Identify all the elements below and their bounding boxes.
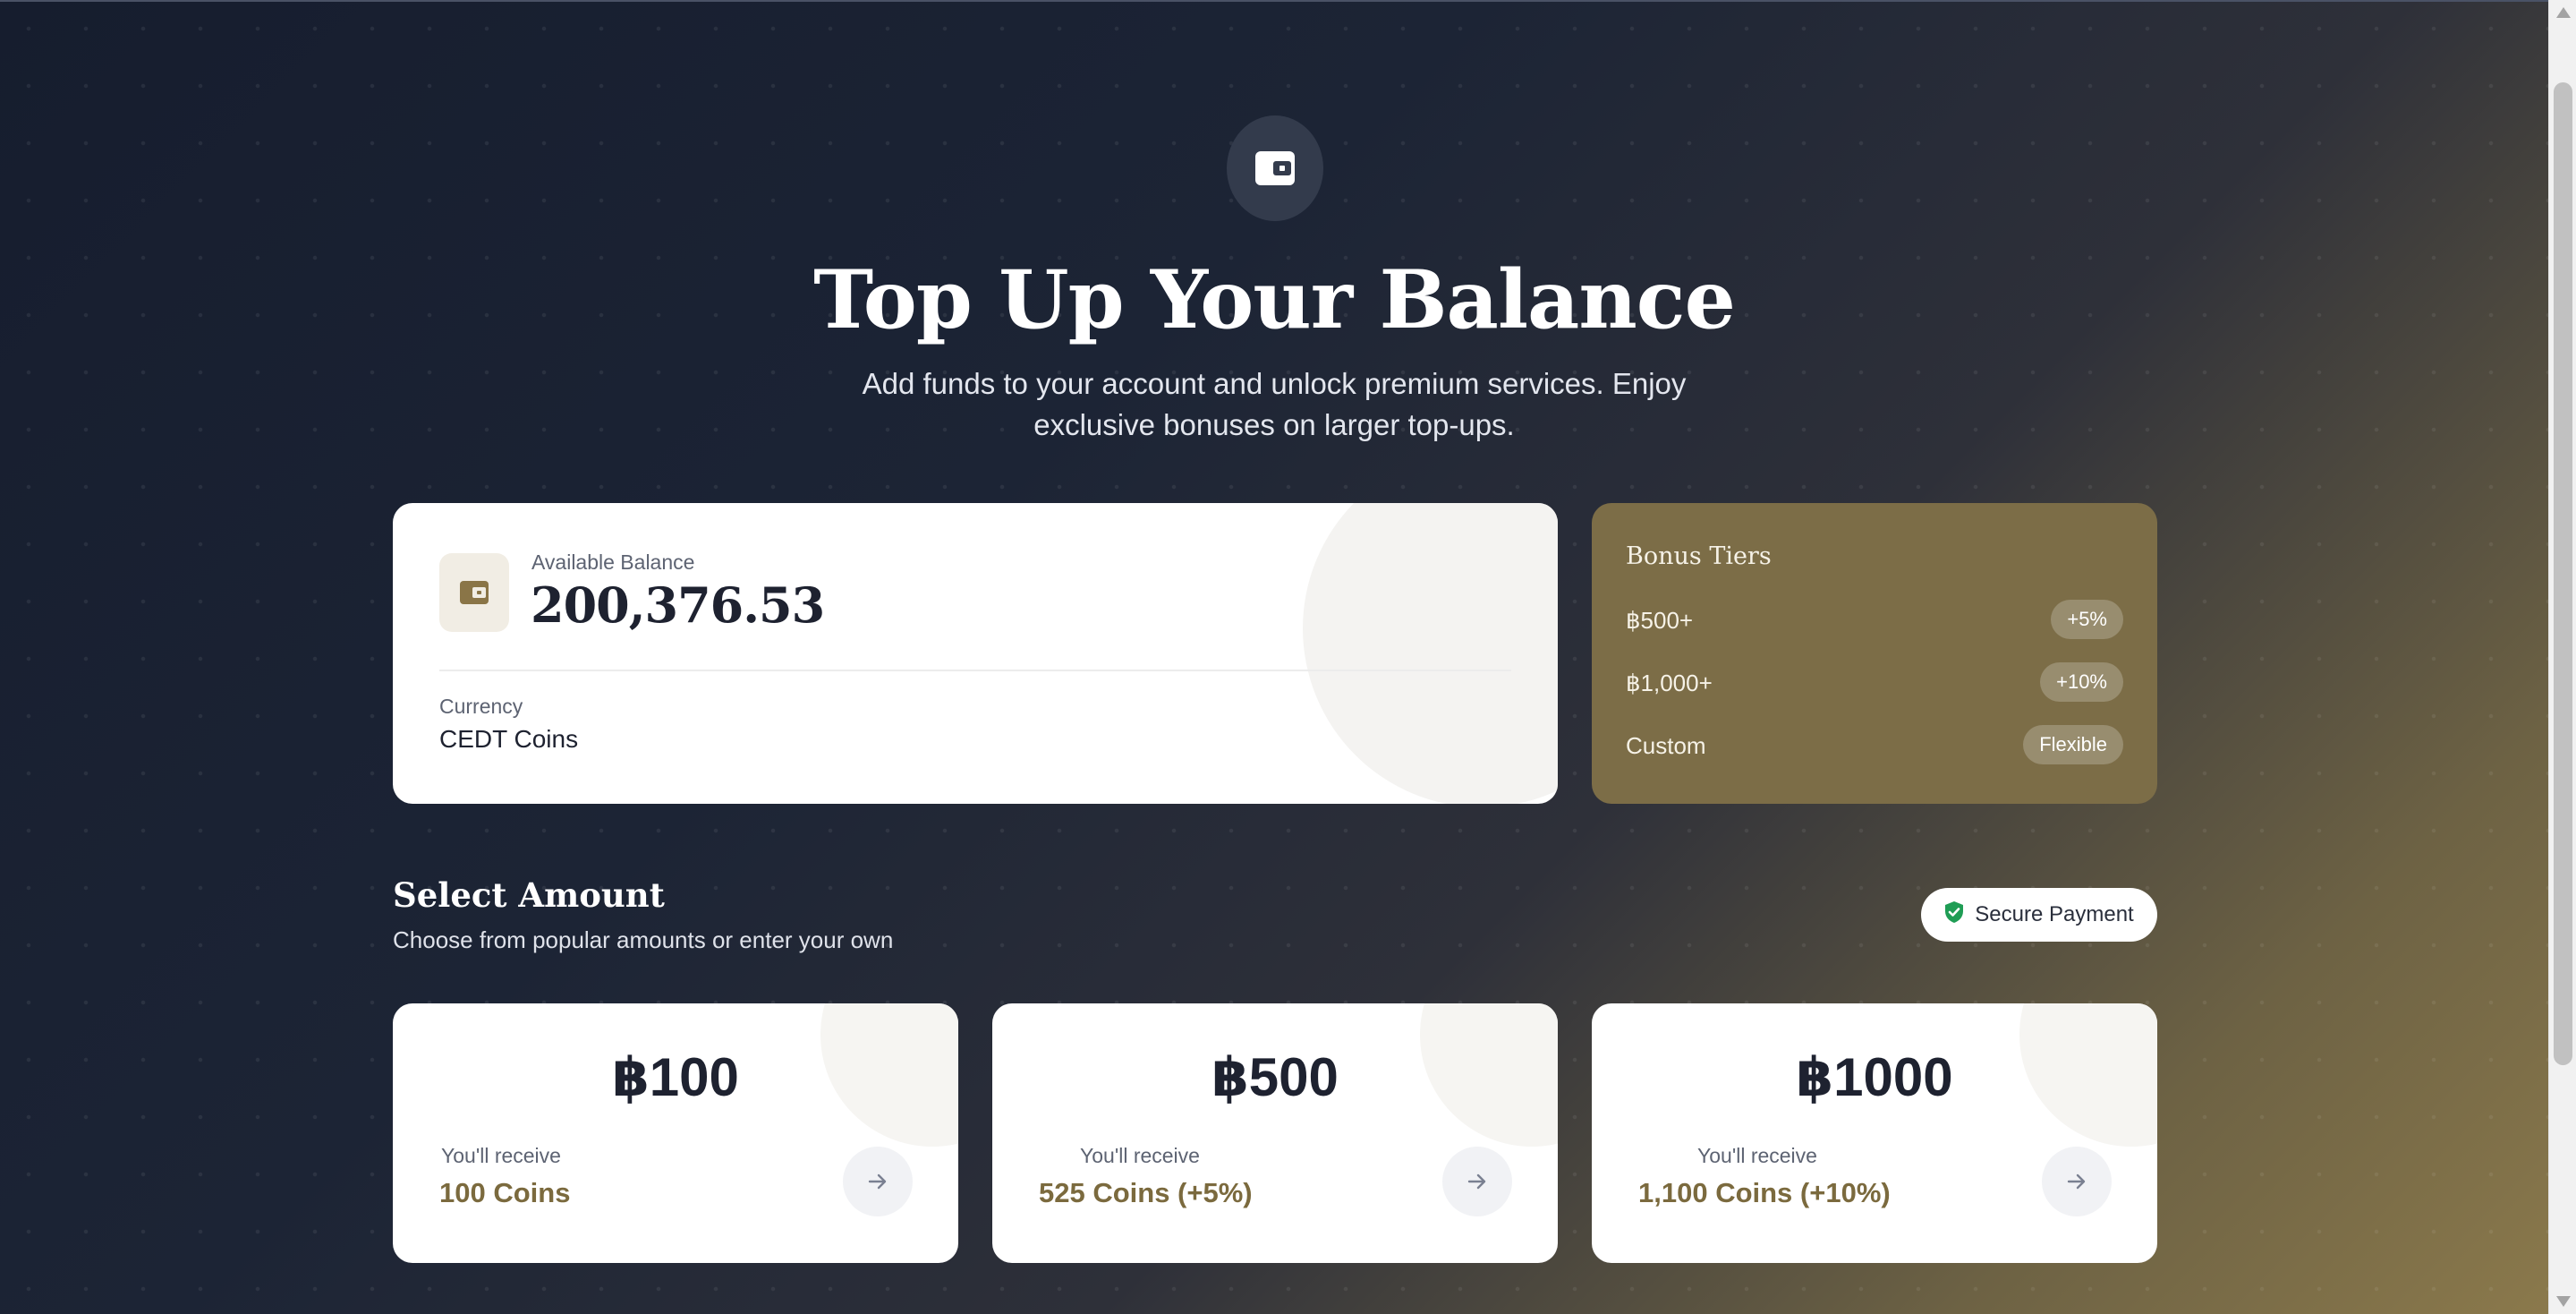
select-amount-subtitle: Choose from popular amounts or enter you… — [393, 926, 894, 953]
bonus-tier-row: ฿1,000+ +10% — [1626, 662, 2123, 704]
arrow-right-icon[interactable] — [1442, 1147, 1512, 1216]
amount-value: ฿500 — [1211, 1047, 1339, 1107]
scroll-thumb[interactable] — [2554, 82, 2572, 1065]
receive-value: 1,100 Coins (+10%) — [1638, 1177, 1891, 1208]
amount-card-500[interactable]: ฿500 You'll receive 525 Coins (+5%) — [992, 1003, 1558, 1263]
receive-label: You'll receive — [441, 1144, 561, 1167]
bonus-tiers-card: Bonus Tiers ฿500+ +5% ฿1,000+ +10% Custo… — [1592, 503, 2157, 804]
balance-label: Available Balance — [531, 550, 695, 574]
amount-card-1000[interactable]: ฿1000 You'll receive 1,100 Coins (+10%) — [1592, 1003, 2157, 1263]
decorative-circle — [1303, 503, 1558, 804]
shield-check-icon — [1944, 900, 1964, 930]
bonus-tier-badge: Flexible — [2023, 725, 2123, 764]
bonus-tier-badge: +5% — [2051, 600, 2123, 639]
bonus-tier-label: ฿500+ — [1626, 607, 1694, 634]
amount-card-100[interactable]: ฿100 You'll receive 100 Coins — [393, 1003, 958, 1263]
top-border — [0, 0, 2548, 2]
bonus-tier-label: ฿1,000+ — [1626, 670, 1713, 696]
currency-value: CEDT Coins — [439, 725, 579, 753]
scroll-down-icon[interactable] — [2556, 1296, 2571, 1307]
scroll-up-icon[interactable] — [2556, 7, 2571, 18]
currency-label: Currency — [439, 695, 523, 718]
balance-value: 200,376.53 — [531, 576, 825, 634]
bonus-tiers-title: Bonus Tiers — [1626, 542, 1772, 570]
receive-label: You'll receive — [1080, 1144, 1200, 1167]
arrow-right-icon[interactable] — [2042, 1147, 2112, 1216]
divider — [439, 670, 1511, 671]
receive-value: 525 Coins (+5%) — [1039, 1177, 1253, 1208]
balance-card: Available Balance 200,376.53 Currency CE… — [393, 503, 1558, 804]
vertical-scrollbar[interactable] — [2548, 0, 2576, 1314]
page-subtitle: Add funds to your account and unlock pre… — [862, 367, 1687, 441]
amount-value: ฿100 — [612, 1047, 739, 1107]
arrow-right-icon[interactable] — [843, 1147, 913, 1216]
secure-payment-badge: Secure Payment — [1921, 888, 2157, 942]
page-title: Top Up Your Balance — [813, 252, 1736, 347]
balance-wallet-icon — [439, 553, 509, 632]
bonus-tier-row: ฿500+ +5% — [1626, 600, 2123, 641]
receive-label: You'll receive — [1697, 1144, 1817, 1167]
bonus-tier-row: Custom Flexible — [1626, 725, 2123, 766]
receive-value: 100 Coins — [439, 1177, 571, 1208]
select-amount-title: Select Amount — [393, 875, 665, 915]
bonus-tier-badge: +10% — [2040, 662, 2123, 702]
secure-payment-label: Secure Payment — [1975, 902, 2134, 926]
amount-value: ฿1000 — [1796, 1047, 1953, 1107]
hero-wallet-icon — [1227, 115, 1323, 221]
bonus-tier-label: Custom — [1626, 732, 1706, 759]
